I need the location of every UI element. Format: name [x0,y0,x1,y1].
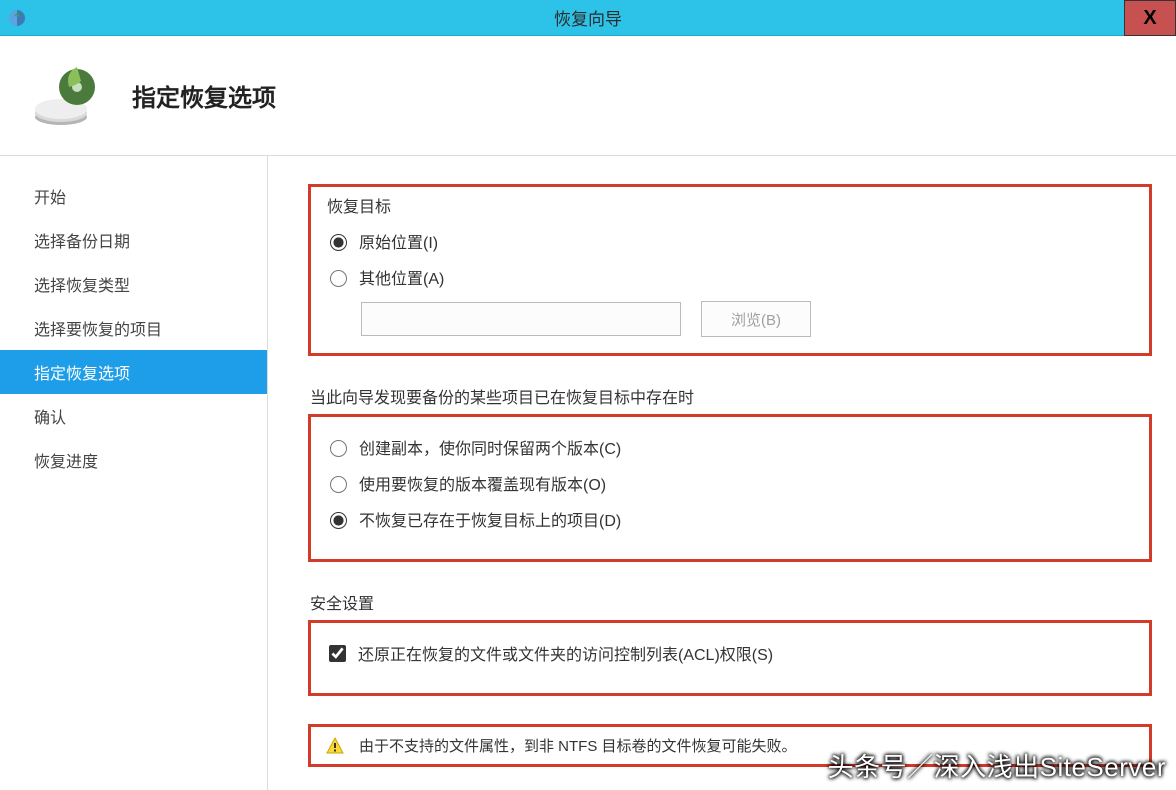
ntfs-warning-text: 由于不支持的文件属性，到非 NTFS 目标卷的文件恢复可能失败。 [359,735,797,756]
radio-overwrite-input[interactable] [330,476,347,493]
alternate-path-input[interactable] [361,302,681,336]
radio-alternate-location-label: 其他位置(A) [359,265,444,289]
destination-legend: 恢复目标 [325,193,1135,217]
titlebar: 恢复向导 X [0,0,1176,36]
step-confirm[interactable]: 确认 [0,394,267,438]
checkbox-restore-acl-label: 还原正在恢复的文件或文件夹的访问控制列表(ACL)权限(S) [358,641,773,665]
wizard-icon [28,56,108,136]
step-select-date[interactable]: 选择备份日期 [0,218,267,262]
main-panel: 恢复目标 原始位置(I) 其他位置(A) 浏览(B) 当此向导发现要备份的某些项… [268,156,1176,790]
ntfs-warning: 由于不支持的文件属性，到非 NTFS 目标卷的文件恢复可能失败。 [308,724,1152,767]
step-specify-options[interactable]: 指定恢复选项 [0,350,267,394]
step-select-items[interactable]: 选择要恢复的项目 [0,306,267,350]
radio-alternate-location-input[interactable] [330,270,347,287]
checkbox-restore-acl-input[interactable] [329,645,346,662]
warning-icon [325,736,345,756]
radio-alternate-location[interactable]: 其他位置(A) [325,265,1135,289]
security-legend: 安全设置 [308,590,1152,614]
window-title: 恢复向导 [0,5,1176,30]
security-group: 安全设置 还原正在恢复的文件或文件夹的访问控制列表(ACL)权限(S) [308,590,1152,704]
conflict-group: 当此向导发现要备份的某些项目已在恢复目标中存在时 创建副本，使你同时保留两个版本… [308,384,1152,570]
security-highlight: 还原正在恢复的文件或文件夹的访问控制列表(ACL)权限(S) [308,620,1152,696]
radio-skip-existing[interactable]: 不恢复已存在于恢复目标上的项目(D) [325,507,1135,531]
step-progress[interactable]: 恢复进度 [0,438,267,482]
close-icon: X [1143,7,1156,30]
radio-create-copy[interactable]: 创建副本，使你同时保留两个版本(C) [325,435,1135,459]
radio-skip-existing-label: 不恢复已存在于恢复目标上的项目(D) [359,507,621,531]
browse-button[interactable]: 浏览(B) [701,301,811,337]
destination-highlight: 恢复目标 原始位置(I) 其他位置(A) 浏览(B) [308,184,1152,356]
step-select-type[interactable]: 选择恢复类型 [0,262,267,306]
radio-original-location-input[interactable] [330,234,347,251]
radio-original-location[interactable]: 原始位置(I) [325,229,1135,253]
radio-create-copy-input[interactable] [330,440,347,457]
sidebar: 开始 选择备份日期 选择恢复类型 选择要恢复的项目 指定恢复选项 确认 恢复进度 [0,156,268,790]
wizard-body: 开始 选择备份日期 选择恢复类型 选择要恢复的项目 指定恢复选项 确认 恢复进度… [0,156,1176,790]
header: 指定恢复选项 [0,36,1176,156]
radio-overwrite[interactable]: 使用要恢复的版本覆盖现有版本(O) [325,471,1135,495]
destination-group: 恢复目标 原始位置(I) 其他位置(A) 浏览(B) [308,184,1152,364]
conflict-legend: 当此向导发现要备份的某些项目已在恢复目标中存在时 [308,384,1152,408]
app-icon [0,0,34,36]
page-title: 指定恢复选项 [132,78,276,113]
alternate-path-row: 浏览(B) [361,301,1135,337]
close-button[interactable]: X [1124,0,1176,36]
checkbox-restore-acl[interactable]: 还原正在恢复的文件或文件夹的访问控制列表(ACL)权限(S) [325,641,1135,665]
step-start[interactable]: 开始 [0,174,267,218]
radio-create-copy-label: 创建副本，使你同时保留两个版本(C) [359,435,621,459]
conflict-highlight: 创建副本，使你同时保留两个版本(C) 使用要恢复的版本覆盖现有版本(O) 不恢复… [308,414,1152,562]
radio-skip-existing-input[interactable] [330,512,347,529]
radio-overwrite-label: 使用要恢复的版本覆盖现有版本(O) [359,471,606,495]
radio-original-location-label: 原始位置(I) [359,229,438,253]
